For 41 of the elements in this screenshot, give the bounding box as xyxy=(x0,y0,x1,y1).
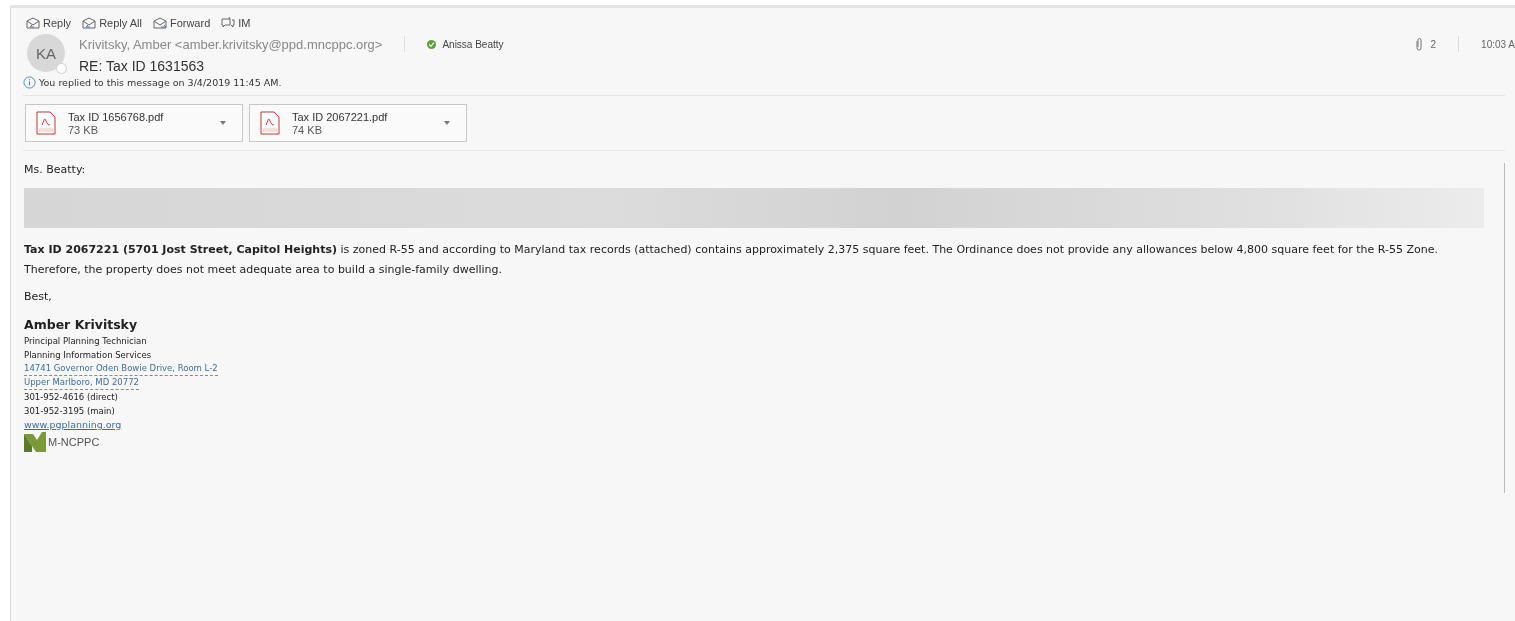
reply-icon xyxy=(25,16,41,30)
signature-line: 301-952-4616 (direct) xyxy=(24,391,119,404)
dropdown-caret-icon[interactable] xyxy=(444,121,450,125)
message-paragraph: Tax ID 2067221 (5701 Jost Street, Capitol Heights) is zoned R-55 and according to Maryland tax records (attached) contains approximately 2,375 square feet. The Ordinance does not provide any allowances below 4,800 square feet for the R-55 Zone. Therefore, the property does not meet adequate area to build a single-family dwelling. xyxy=(24,242,1440,278)
status-check-icon xyxy=(427,39,437,49)
forward-icon xyxy=(151,16,168,30)
address-link[interactable]: Upper Marlboro, MD 20772 xyxy=(24,376,139,390)
attachment-count: 2 xyxy=(1430,38,1437,50)
attachment-card[interactable]: Tax ID 1656768.pdf 73 KB xyxy=(25,104,243,142)
closing: Best, xyxy=(24,290,53,303)
file-size: 74 KB xyxy=(292,123,323,136)
avatar: KA xyxy=(27,34,65,72)
file-size: 73 KB xyxy=(68,123,99,136)
toolbar-button[interactable]: Reply xyxy=(23,16,74,30)
file-name: Tax ID 1656768.pdf xyxy=(68,110,165,123)
toolbar-button[interactable]: Reply All xyxy=(79,16,144,30)
logo-icon xyxy=(24,432,46,452)
info-icon xyxy=(23,76,36,89)
address-link[interactable]: 14741 Governor Oden Bowie Drive, Room L-2 xyxy=(24,362,218,376)
signature-line: 301-952-3195 (main) xyxy=(24,405,116,418)
chat-icon xyxy=(220,16,237,30)
reply-icon xyxy=(81,16,98,30)
signature-name: Amber Krivitsky xyxy=(24,317,139,332)
logo-text: M-NCPPC xyxy=(48,436,100,448)
signature-line: Planning Information Services xyxy=(24,349,153,362)
toolbar-button[interactable]: IM xyxy=(218,16,253,30)
paperclip-icon xyxy=(1414,37,1423,51)
file-name: Tax ID 2067221.pdf xyxy=(292,110,389,123)
info-message: You replied to this message on 3/4/2019 11:45 AM. xyxy=(39,77,282,88)
recipient-name[interactable]: Anissa Beatty xyxy=(442,38,504,50)
pdf-file-icon xyxy=(36,111,56,135)
received-time: 10:03 A xyxy=(1481,38,1515,50)
subject: RE: Tax ID 1631563 xyxy=(79,58,206,74)
pdf-file-icon xyxy=(260,111,280,135)
website-link[interactable]: www.pgplanning.org xyxy=(24,418,122,432)
presence-icon xyxy=(56,63,67,74)
greeting: Ms. Beatty: xyxy=(24,163,87,176)
toolbar-button[interactable]: Forward xyxy=(149,16,213,30)
dropdown-caret-icon[interactable] xyxy=(220,121,226,125)
attachment-card[interactable]: Tax ID 2067221.pdf 74 KB xyxy=(249,104,467,142)
signature-line: Principal Planning Technician xyxy=(24,335,148,348)
